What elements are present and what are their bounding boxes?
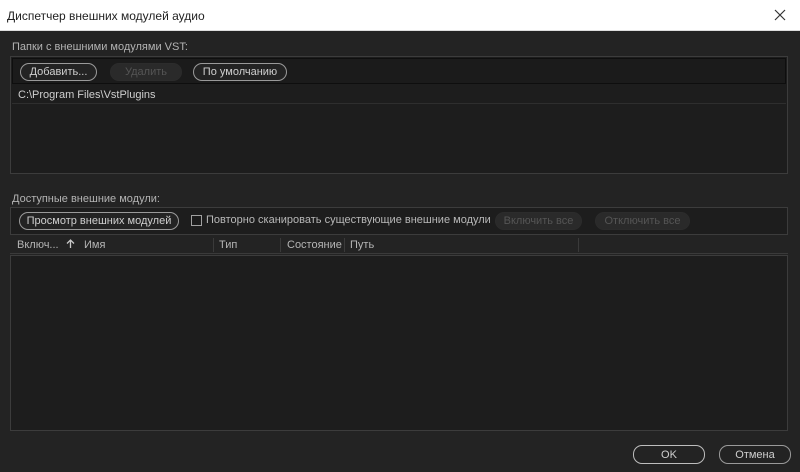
column-separator	[213, 238, 214, 252]
vst-folders-label: Папки с внешними модулями VST:	[12, 41, 188, 53]
remove-folder-button[interactable]: Удалить	[110, 63, 182, 81]
column-enabled[interactable]: Включ...	[17, 236, 59, 254]
default-folders-button[interactable]: По умолчанию	[193, 63, 287, 81]
rescan-checkbox[interactable]	[191, 215, 202, 226]
close-button[interactable]	[768, 3, 792, 27]
add-folder-button[interactable]: Добавить...	[20, 63, 97, 81]
available-plugins-label: Доступные внешние модули:	[12, 193, 160, 205]
column-type[interactable]: Тип	[219, 236, 237, 254]
column-path[interactable]: Путь	[350, 236, 374, 254]
arrow-up-icon[interactable]	[66, 239, 75, 252]
column-separator	[344, 238, 345, 252]
column-name[interactable]: Имя	[84, 236, 105, 254]
plugins-table-body[interactable]	[10, 255, 788, 431]
vst-folders-panel: Добавить... Удалить По умолчанию C:\Prog…	[10, 56, 788, 174]
ok-button[interactable]: OK	[633, 445, 705, 464]
title-bar: Диспетчер внешних модулей аудио	[0, 0, 800, 31]
column-separator	[578, 238, 579, 252]
cancel-button[interactable]: Отмена	[719, 445, 791, 464]
plugins-toolbar-panel: Просмотр внешних модулей Повторно сканир…	[10, 207, 788, 235]
rescan-checkbox-label[interactable]: Повторно сканировать существующие внешни…	[206, 214, 491, 226]
disable-all-button[interactable]: Отключить все	[595, 212, 690, 230]
scan-plugins-button[interactable]: Просмотр внешних модулей	[19, 212, 179, 230]
column-status[interactable]: Состояние	[287, 236, 342, 254]
window-title: Диспетчер внешних модулей аудио	[7, 9, 205, 23]
enable-all-button[interactable]: Включить все	[495, 212, 582, 230]
close-icon	[774, 9, 786, 21]
plugins-table-header: Включ... Имя Тип Состояние Путь	[10, 236, 788, 254]
folder-list-item[interactable]: C:\Program Files\VstPlugins	[12, 85, 786, 104]
vst-folders-toolbar: Добавить... Удалить По умолчанию	[12, 58, 786, 84]
column-separator	[280, 238, 281, 252]
